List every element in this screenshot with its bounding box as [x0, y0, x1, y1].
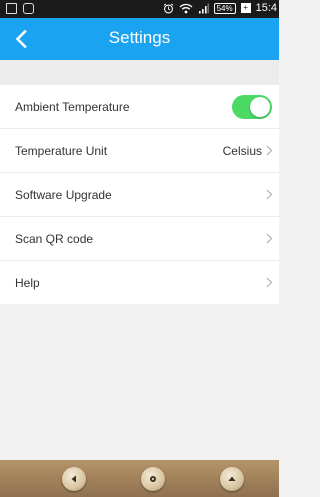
nav-back-button[interactable] [62, 467, 86, 491]
wifi-icon [179, 3, 193, 13]
status-time: 15:4 [255, 2, 277, 14]
status-bar: 54% + 15:4 [0, 0, 279, 18]
chevron-right-icon [266, 277, 273, 288]
ambient-temperature-toggle[interactable] [232, 94, 272, 119]
system-nav-bar [0, 460, 279, 497]
chevron-right-icon [266, 233, 273, 244]
setting-label: Temperature Unit [15, 143, 108, 158]
home-icon [150, 476, 156, 482]
signal-icon [198, 3, 209, 13]
setting-label: Help [15, 275, 40, 290]
setting-temperature-unit[interactable]: Temperature Unit Celsius [0, 129, 279, 173]
gallery-notification-icon [6, 3, 17, 14]
settings-list: Ambient Temperature Temperature Unit Cel… [0, 85, 279, 304]
toggle-knob [250, 96, 270, 117]
setting-ambient-temperature[interactable]: Ambient Temperature [0, 85, 279, 129]
chevron-right-icon [266, 145, 273, 156]
temperature-unit-value: Celsius [222, 143, 262, 158]
page-title: Settings [108, 28, 171, 47]
section-spacer [0, 60, 279, 85]
battery-indicator: 54% [213, 2, 236, 14]
setting-label: Scan QR code [15, 231, 94, 246]
nav-home-button[interactable] [141, 467, 165, 491]
app-notification-icon [23, 3, 34, 14]
back-arrow-icon [71, 475, 76, 483]
setting-software-upgrade[interactable]: Software Upgrade [0, 173, 279, 217]
setting-help[interactable]: Help [0, 261, 279, 304]
nav-menu-button[interactable] [220, 467, 244, 491]
setting-label: Software Upgrade [15, 187, 112, 202]
chevron-right-icon [266, 189, 273, 200]
setting-label: Ambient Temperature [15, 99, 130, 114]
charging-icon: + [240, 3, 251, 13]
alarm-icon [163, 3, 173, 13]
menu-up-icon [228, 476, 236, 481]
app-header: Settings [0, 18, 279, 60]
setting-scan-qr-code[interactable]: Scan QR code [0, 217, 279, 261]
